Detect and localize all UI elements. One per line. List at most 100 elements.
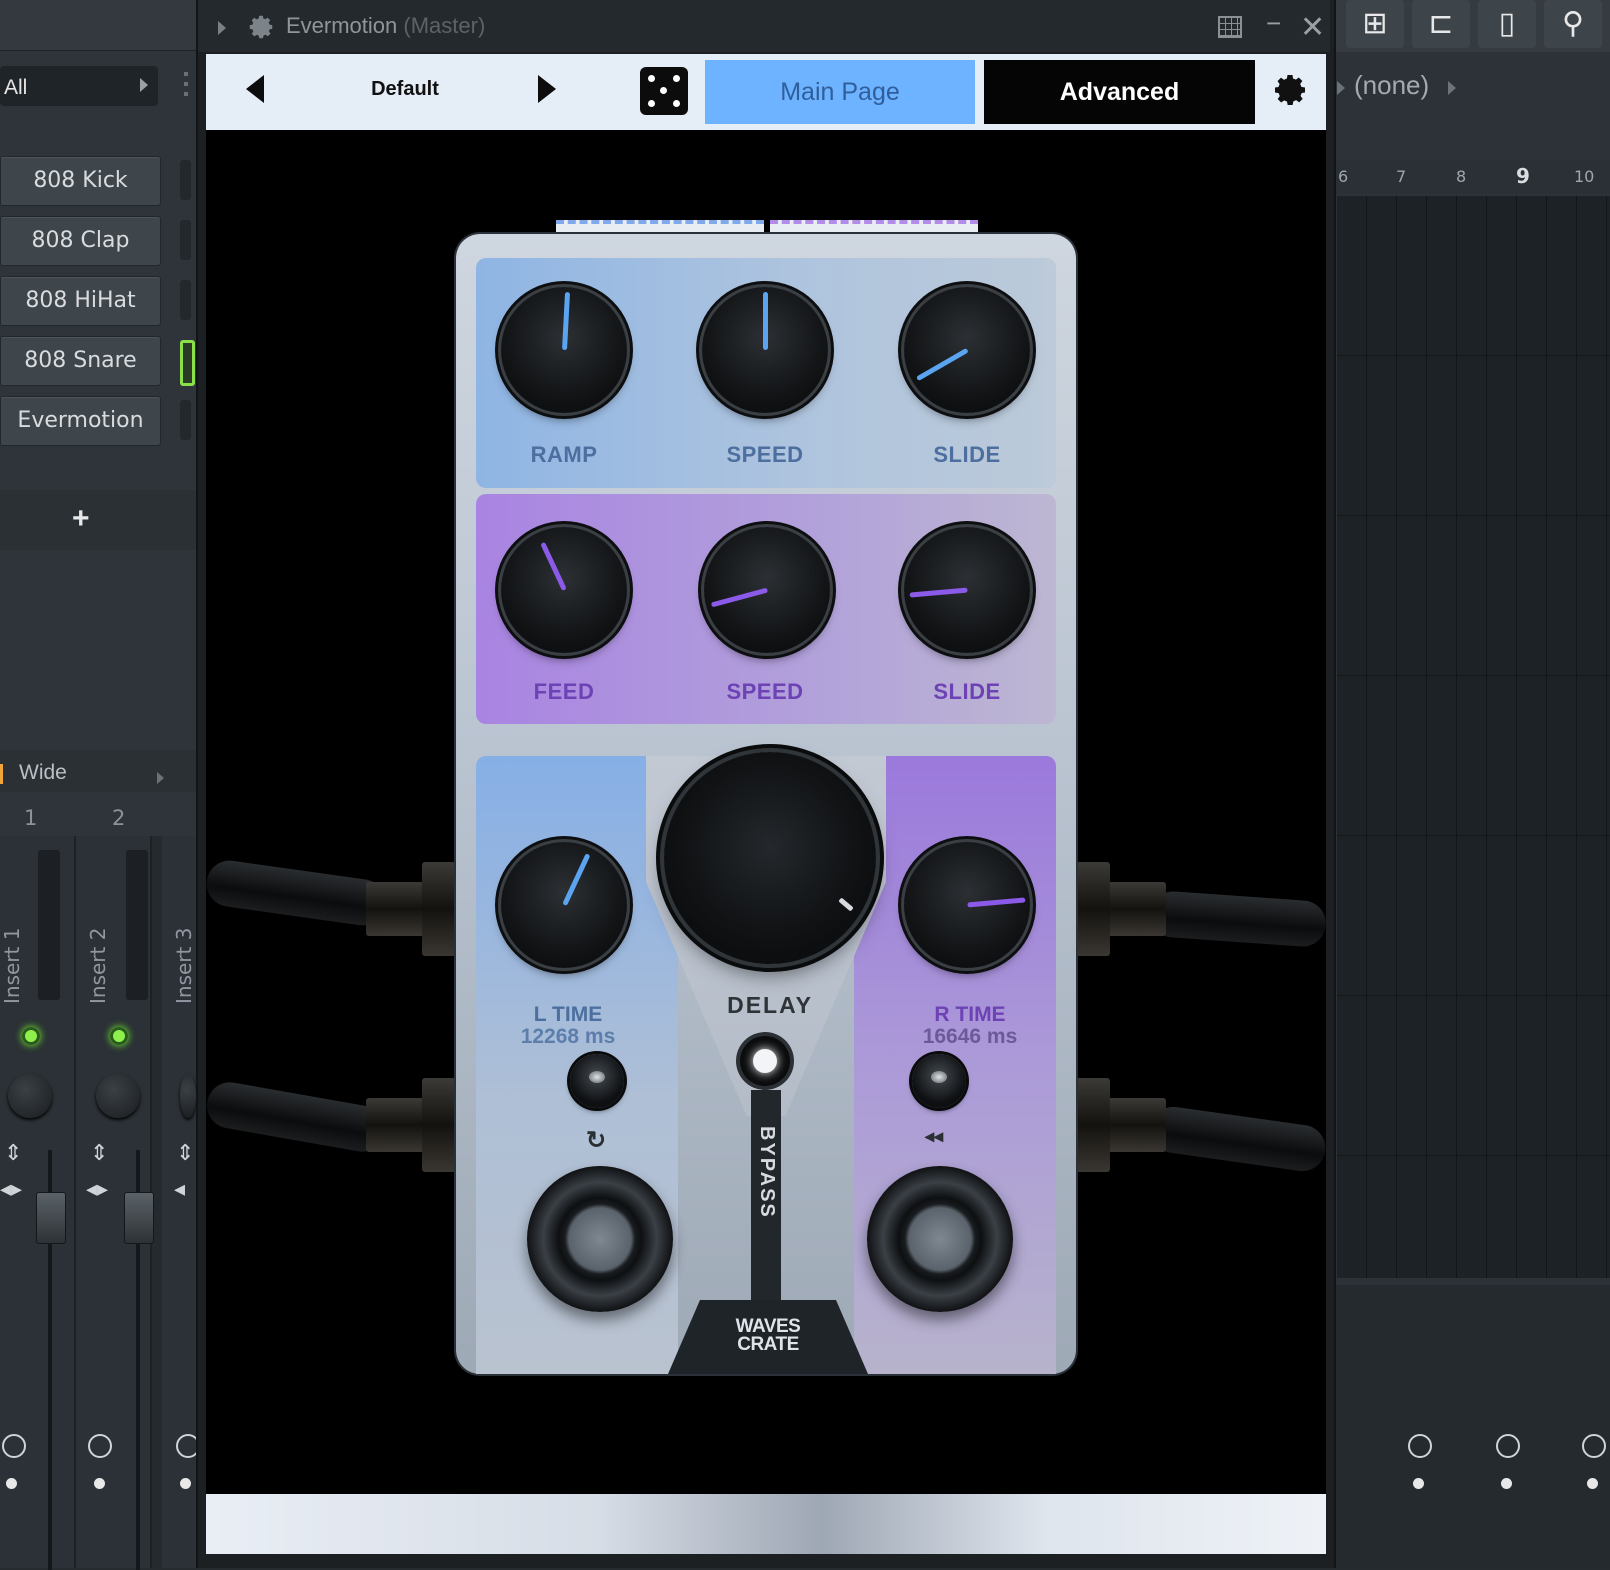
channel-rack-toolbar xyxy=(0,0,196,51)
volume-fader-handle[interactable] xyxy=(124,1192,154,1244)
insert-label: Insert 1 xyxy=(0,927,24,1004)
bypass-label: BYPASS xyxy=(756,1126,778,1219)
channel-button-clap[interactable]: 808 Clap xyxy=(0,216,161,266)
route-dot[interactable] xyxy=(1587,1478,1598,1489)
output-jack xyxy=(1076,862,1166,956)
channel-filter-label: All xyxy=(4,76,28,99)
window-title: Evermotion (Master) xyxy=(286,13,485,39)
stereo-separation-icon[interactable]: ◂▸ xyxy=(86,1178,108,1200)
close-button[interactable]: ✕ xyxy=(1300,10,1325,45)
channel-rack-icon[interactable]: ⊏ xyxy=(1412,0,1470,48)
channel-button-snare[interactable]: 808 Snare xyxy=(0,336,161,386)
chevron-right-icon xyxy=(140,78,148,92)
input-jack xyxy=(366,862,456,956)
delay-mix-knob[interactable] xyxy=(664,752,876,964)
volume-fader-handle[interactable] xyxy=(36,1192,66,1244)
channel-select-led-active[interactable] xyxy=(180,340,195,386)
loop-footswitch[interactable] xyxy=(527,1166,673,1312)
swap-vertical-icon[interactable]: ⇕ xyxy=(4,1142,22,1164)
loop-toggle-button[interactable] xyxy=(570,1054,624,1108)
stereo-separation-icon[interactable]: ◂▸ xyxy=(0,1178,22,1200)
settings-gear-icon[interactable] xyxy=(1270,70,1310,110)
slide-label: SLIDE xyxy=(933,442,1001,467)
grid-icon[interactable] xyxy=(1218,16,1242,38)
route-dot[interactable] xyxy=(1413,1478,1424,1489)
route-dot[interactable] xyxy=(1501,1478,1512,1489)
route-dot[interactable] xyxy=(94,1478,105,1489)
clock-icon[interactable] xyxy=(1496,1434,1520,1458)
track-number: 1 xyxy=(24,806,38,830)
loop-icon: ↻ xyxy=(586,1127,607,1154)
clock-icon[interactable] xyxy=(88,1434,112,1458)
stereo-separation-icon[interactable]: ◂ xyxy=(174,1178,185,1200)
channel-select-led[interactable] xyxy=(180,160,191,200)
speed-label: SPEED xyxy=(726,442,804,467)
l-time-label: L TIME xyxy=(533,1003,603,1026)
feed-knob[interactable] xyxy=(501,527,627,653)
playlist-grid[interactable] xyxy=(1337,196,1610,1278)
previous-preset-button[interactable] xyxy=(246,75,264,103)
mod-slide-label: SLIDE xyxy=(933,679,1001,704)
slide-knob[interactable] xyxy=(904,287,1030,413)
l-time-value: 12268 ms xyxy=(520,1025,616,1048)
ruler-bar-number: 10 xyxy=(1574,167,1595,186)
randomize-dice-icon[interactable] xyxy=(640,67,688,115)
speed-knob[interactable] xyxy=(702,287,828,413)
channel-button-kick[interactable]: 808 Kick xyxy=(0,156,161,206)
peak-meter xyxy=(38,850,60,1000)
r-time-value: 16646 ms xyxy=(922,1025,1018,1048)
channel-button-evermotion[interactable]: Evermotion xyxy=(0,396,161,446)
channel-select-led[interactable] xyxy=(180,400,191,440)
channel-select-led[interactable] xyxy=(180,220,191,260)
plugin-footer xyxy=(206,1494,1326,1554)
clock-icon[interactable] xyxy=(1582,1434,1606,1458)
reverse-icon: ◂◂ xyxy=(925,1126,944,1146)
track-number: 2 xyxy=(112,806,126,830)
pattern-selector-label[interactable]: (none) xyxy=(1354,70,1429,101)
mixer-icon[interactable]: ⊞ xyxy=(1346,0,1404,48)
mod-speed-knob[interactable] xyxy=(704,527,830,653)
mod-slide-knob[interactable] xyxy=(904,527,1030,653)
expand-arrow-icon[interactable] xyxy=(218,21,226,35)
output-jack xyxy=(1076,1078,1166,1172)
feed-label: FEED xyxy=(533,679,595,704)
pan-knob[interactable] xyxy=(180,1074,196,1118)
window-title-target: (Master) xyxy=(403,13,486,38)
window-title-name: Evermotion xyxy=(286,13,398,38)
route-dot[interactable] xyxy=(6,1478,17,1489)
gear-icon[interactable] xyxy=(246,12,276,42)
insert-enable-led[interactable] xyxy=(110,1027,128,1045)
file-icon[interactable]: ▯ xyxy=(1478,0,1536,48)
mixer-accent-bar xyxy=(0,764,3,784)
mixer-preset-label: Wide xyxy=(19,761,67,784)
reverse-toggle-button[interactable] xyxy=(912,1054,966,1108)
channel-button-hihat[interactable]: 808 HiHat xyxy=(0,276,161,326)
pan-knob[interactable] xyxy=(8,1074,52,1118)
pan-knob[interactable] xyxy=(96,1074,140,1118)
ruler-bar-number: 8 xyxy=(1456,167,1467,186)
add-channel-button[interactable]: + xyxy=(72,502,90,536)
l-time-knob[interactable] xyxy=(501,842,627,968)
drag-handle-icon[interactable] xyxy=(184,72,188,102)
reverse-footswitch[interactable] xyxy=(867,1166,1013,1312)
swap-vertical-icon[interactable]: ⇕ xyxy=(176,1142,194,1164)
next-preset-button[interactable] xyxy=(538,75,556,103)
minimize-button[interactable]: − xyxy=(1266,8,1281,39)
clock-icon[interactable] xyxy=(1408,1434,1432,1458)
route-dot[interactable] xyxy=(180,1478,191,1489)
channel-select-led[interactable] xyxy=(180,280,191,320)
tab-advanced[interactable]: Advanced xyxy=(984,60,1255,124)
swap-vertical-icon[interactable]: ⇕ xyxy=(90,1142,108,1164)
r-time-knob[interactable] xyxy=(904,842,1030,968)
preset-name[interactable]: Default xyxy=(340,78,470,101)
clock-icon[interactable] xyxy=(2,1434,26,1458)
insert-label: Insert 3 xyxy=(172,927,196,1004)
peak-meter xyxy=(126,850,148,1000)
timeline-ruler[interactable] xyxy=(1332,160,1610,194)
insert-enable-led[interactable] xyxy=(22,1027,40,1045)
waves-crate-logo: WAVES CRATE xyxy=(700,1317,836,1354)
plugin-picker-icon[interactable]: ⚲ xyxy=(1544,0,1602,48)
tab-main-page[interactable]: Main Page xyxy=(705,60,975,124)
bypass-led-light xyxy=(753,1049,777,1073)
ramp-knob[interactable] xyxy=(501,287,627,413)
